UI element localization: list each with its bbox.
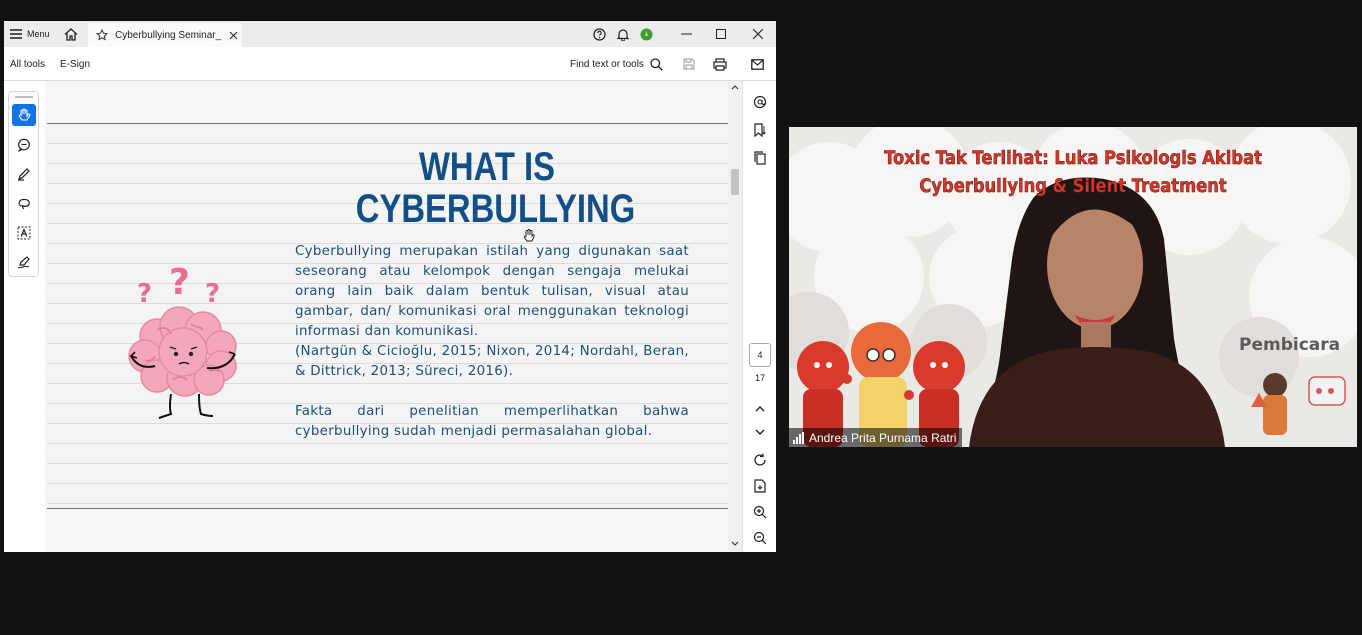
total-pages: 17 [754,373,765,383]
document-canvas[interactable]: WHAT IS CYBERBULLYING ? ? ? Cyberbullyin… [45,81,742,552]
save-icon[interactable] [682,47,696,81]
all-tools-button[interactable]: All tools [10,47,45,81]
help-icon[interactable] [592,21,606,47]
rotate-icon [754,453,766,466]
export-pdf-button[interactable] [749,475,771,497]
hand-icon [18,108,31,121]
main-toolbar: All tools E-Sign Find text or tools [4,47,776,81]
banner-title-line-2: Cyberbullying & Silent Treatment [919,175,1227,198]
previous-page-button[interactable] [749,397,771,419]
all-tools-label: All tools [10,58,46,70]
document-export-icon [754,479,766,493]
scrollbar-thumb[interactable] [731,169,739,195]
close-tab-icon[interactable] [229,31,238,40]
participant-name: Andrea Prita Purnama Ratri [809,430,957,445]
current-page-input[interactable]: 4 [749,343,771,367]
chat-at-icon [753,95,767,109]
text-select-tool-button[interactable] [12,222,36,244]
zoom-in-button[interactable] [749,501,771,523]
zoom-out-icon [753,531,767,545]
text-box-icon [17,226,31,240]
rail-grip[interactable] [15,96,33,98]
zoom-in-icon [753,505,767,519]
pages-button[interactable] [749,147,771,169]
quick-tools-rail [8,91,39,277]
banner-title-line-1: Toxic Tak Terlihat: Luka Psikologis Akib… [884,147,1262,170]
svg-text:?: ? [205,279,220,309]
highlight-tool-button[interactable] [12,163,36,185]
slide-title-line-2: CYBERBULLYING [355,187,636,231]
lasso-icon [18,198,30,210]
hand-tool-button[interactable] [12,104,36,126]
title-bar: Menu Cyberbullying Seminar_ [4,21,776,47]
pdf-viewer-window: Menu Cyberbullying Seminar_ All tools E-… [4,21,776,552]
definition-paragraph: Cyberbullying merupakan istilah yang dig… [295,244,689,339]
home-button[interactable] [64,21,78,47]
slide-page: WHAT IS CYBERBULLYING ? ? ? Cyberbullyin… [47,123,729,509]
right-tools-rail: 4 17 [742,81,776,552]
slide-body-text: Cyberbullying merupakan istilah yang dig… [295,242,689,442]
hand-cursor-icon [523,229,535,242]
participant-video-tile[interactable]: Toxic Tak Terlihat: Luka Psikologis Akib… [789,127,1357,447]
signature-icon [17,256,30,269]
comment-icon [17,138,30,152]
confused-brain-illustration: ? ? ? [128,262,237,419]
menu-button[interactable]: Menu [10,21,50,47]
user-avatar-icon[interactable] [639,21,653,47]
svg-text:?: ? [169,262,190,303]
vertical-scrollbar[interactable] [728,81,742,552]
hamburger-icon [10,29,22,39]
chevron-down-icon [755,429,765,435]
copy-pages-icon [754,151,766,165]
tab-title: Cyberbullying Seminar_ [115,29,222,41]
fact-paragraph: Fakta dari penelitian memperlihatkan bah… [295,404,689,439]
comment-tool-button[interactable] [12,134,36,156]
sign-tool-button[interactable] [12,251,36,273]
speaker-label: Pembicara [1239,335,1341,355]
participant-name-tag: Andrea Prita Purnama Ratri [789,428,963,447]
esign-button[interactable]: E-Sign [60,47,90,81]
chevron-up-icon [755,405,765,411]
document-tab[interactable]: Cyberbullying Seminar_ [88,23,242,47]
scroll-down-icon[interactable] [731,541,739,547]
menu-label: Menu [27,29,50,39]
find-placeholder: Find text or tools [570,58,644,70]
scroll-up-icon[interactable] [731,84,739,90]
print-icon[interactable] [712,47,728,81]
bookmarks-button[interactable] [749,119,771,141]
next-page-button[interactable] [749,421,771,443]
zoom-out-button[interactable] [749,527,771,549]
close-window-icon[interactable] [752,21,764,47]
pen-icon [18,168,30,181]
search-icon [650,57,663,71]
svg-text:?: ? [137,279,152,309]
rotate-button[interactable] [749,449,771,471]
signal-strength-icon [793,431,804,444]
draw-tool-button[interactable] [12,192,36,214]
bookmark-icon [754,123,766,137]
home-icon [64,27,78,41]
maximize-icon[interactable] [715,21,727,47]
ai-assistant-button[interactable] [749,91,771,113]
slide-title-line-1: WHAT IS [418,145,556,189]
find-text-or-tools[interactable]: Find text or tools [570,47,663,81]
notifications-bell-icon[interactable] [616,21,630,47]
star-icon[interactable] [96,29,108,41]
minimize-icon[interactable] [680,21,692,47]
esign-label: E-Sign [60,58,91,70]
email-icon[interactable] [750,47,764,81]
citation-paragraph: (Nartgün & Cicioğlu, 2015; Nixon, 2014; … [295,344,689,379]
